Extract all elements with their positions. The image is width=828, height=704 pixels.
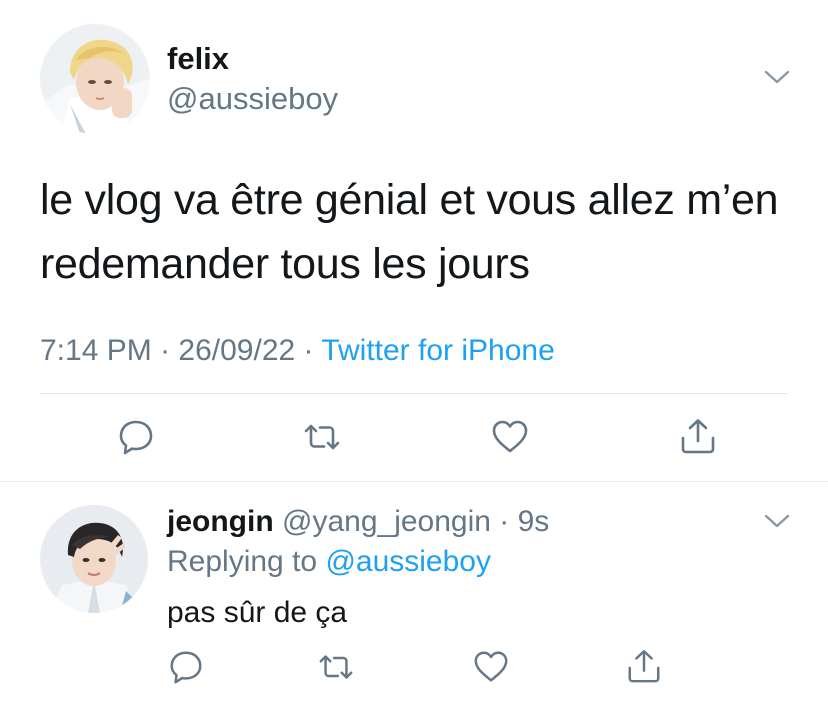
reply-text: pas sûr de ça	[167, 596, 348, 629]
author-name[interactable]: felix	[167, 40, 229, 78]
replying-to-handle-link[interactable]: @aussieboy	[325, 545, 491, 578]
reply-share-button[interactable]	[625, 647, 663, 685]
tweet-time[interactable]: 7:14 PM	[40, 334, 152, 367]
more-options-button[interactable]	[763, 68, 791, 86]
comment-bubble-icon	[119, 420, 153, 455]
meta-separator: ·	[490, 505, 518, 538]
tweet-meta: 7:14 PM · 26/09/22 · Twitter for iPhone	[40, 331, 555, 371]
chevron-down-icon	[764, 70, 790, 84]
heart-icon	[474, 651, 508, 682]
author-handle[interactable]: @aussieboy	[167, 80, 338, 118]
reply-button[interactable]	[116, 417, 156, 457]
replying-to-prefix: Replying to	[167, 545, 326, 578]
reply-header: jeongin @yang_jeongin · 9s	[167, 503, 549, 541]
section-divider	[0, 481, 828, 482]
tweet-text: le vlog va être génial et vous allez m’e…	[40, 176, 779, 288]
share-upload-icon	[681, 419, 715, 454]
retweet-arrows-icon	[304, 424, 340, 450]
tweet-date[interactable]: 26/09/22	[178, 334, 295, 367]
reply-author-name[interactable]: jeongin	[167, 505, 274, 538]
replying-to: Replying to @aussieboy	[167, 543, 491, 581]
divider	[40, 393, 788, 394]
avatar-jeongin-image	[40, 505, 148, 613]
reply-author-handle[interactable]: @yang_jeongin	[282, 505, 491, 538]
heart-icon	[492, 420, 528, 453]
reply-like-button[interactable]	[472, 648, 510, 686]
avatar-jeongin[interactable]	[40, 505, 148, 613]
avatar-felix-image	[40, 24, 150, 134]
share-button[interactable]	[678, 416, 718, 456]
retweet-arrows-icon	[319, 655, 353, 679]
chevron-down-icon	[764, 514, 790, 528]
avatar-felix[interactable]	[40, 24, 150, 134]
reply-reply-button[interactable]	[167, 648, 205, 686]
like-button[interactable]	[490, 417, 530, 457]
reply-more-options-button[interactable]	[763, 512, 791, 530]
share-upload-icon	[628, 650, 660, 683]
retweet-button[interactable]	[302, 417, 342, 457]
comment-bubble-icon	[170, 651, 202, 684]
tweet-source-link[interactable]: Twitter for iPhone	[321, 334, 554, 367]
meta-separator: ·	[151, 334, 179, 367]
reply-age[interactable]: 9s	[518, 505, 550, 538]
reply-retweet-button[interactable]	[317, 648, 355, 686]
meta-separator: ·	[295, 334, 322, 367]
